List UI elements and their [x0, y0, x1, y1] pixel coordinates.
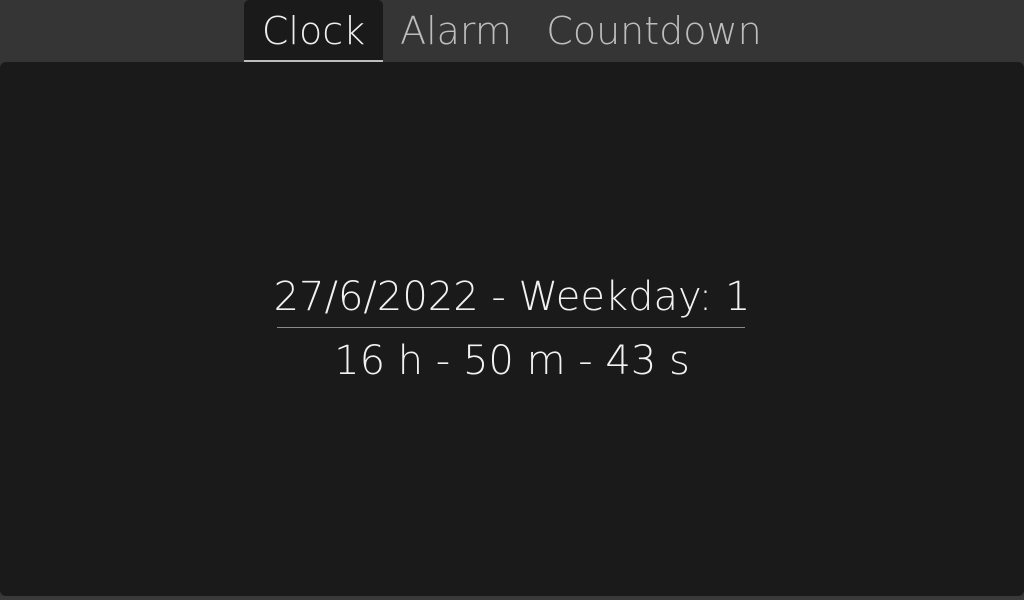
time-display: 16 h - 50 m - 43 s [334, 338, 690, 384]
bottom-edge [0, 596, 1024, 600]
date-display: 27/6/2022 - Weekday: 1 [273, 274, 751, 320]
tab-countdown[interactable]: Countdown [536, 0, 772, 62]
clock-panel [0, 62, 1024, 596]
tab-bar: Clock Alarm Countdown [0, 0, 1024, 62]
clock-app-window: Clock Alarm Countdown 27/6/2022 - Weekda… [0, 0, 1024, 600]
tab-clock[interactable]: Clock [244, 0, 383, 62]
tab-alarm[interactable]: Alarm [386, 0, 526, 62]
date-time-divider [277, 327, 745, 328]
